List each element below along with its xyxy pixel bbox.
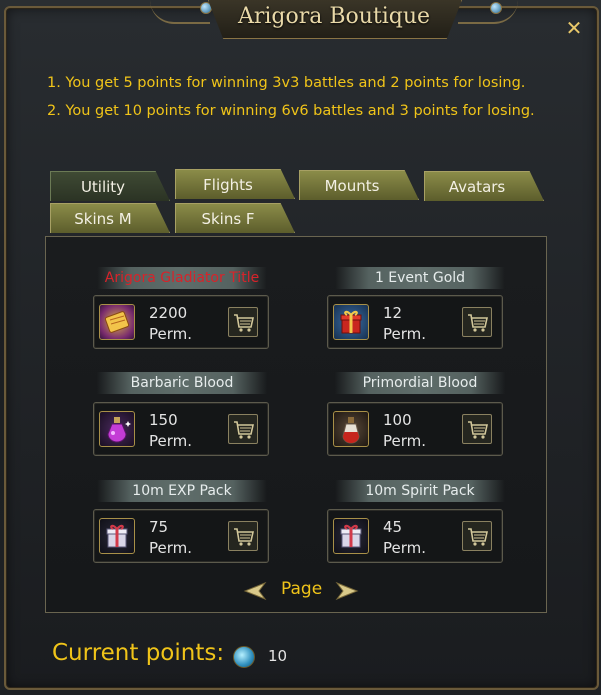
item-duration: Perm.	[383, 432, 427, 450]
shop-item-card: 12 Perm.	[327, 295, 503, 349]
gladiator-scroll-icon[interactable]	[99, 304, 135, 340]
tab-label: Avatars	[448, 178, 506, 196]
item-price: 12	[383, 304, 403, 322]
shop-item-card: 2200 Perm.	[93, 295, 269, 349]
close-x-icon: ✕	[565, 16, 583, 40]
close-button[interactable]: ✕	[563, 17, 585, 39]
exp-gift-pack-icon[interactable]	[99, 518, 135, 554]
tab-mounts[interactable]: Mounts	[299, 170, 419, 200]
cart-icon	[468, 421, 488, 439]
tab-utility[interactable]: Utility	[50, 171, 170, 201]
cart-icon	[234, 314, 254, 332]
next-page-button[interactable]	[335, 581, 361, 601]
item-duration: Perm.	[149, 325, 193, 343]
spirit-gift-pack-icon[interactable]	[333, 518, 369, 554]
prev-page-button[interactable]	[241, 581, 267, 601]
item-price: 2200	[149, 304, 188, 322]
tab-label: Mounts	[324, 177, 380, 195]
current-points-value: 10	[268, 647, 288, 665]
cart-icon	[234, 528, 254, 546]
item-price: 75	[149, 518, 169, 536]
cart-icon	[468, 314, 488, 332]
item-cost: 45 Perm.	[383, 517, 426, 559]
tab-label: Flights	[203, 176, 253, 194]
shop-item-card: 150 Perm.	[93, 402, 269, 456]
item-price: 100	[383, 411, 412, 429]
tab-flights[interactable]: Flights	[175, 169, 295, 199]
item-duration: Perm.	[149, 539, 193, 557]
current-points-label: Current points:	[52, 640, 225, 666]
buy-cart-button[interactable]	[228, 414, 258, 444]
item-title: Barbaric Blood	[97, 372, 267, 394]
item-duration: Perm.	[149, 432, 193, 450]
page-label: Page	[281, 579, 323, 599]
item-title: Arigora Gladiator Title	[97, 267, 267, 289]
item-cost: 100 Perm.	[383, 410, 426, 452]
window-title: Arigora Boutique	[237, 4, 431, 29]
item-cost: 150 Perm.	[149, 410, 192, 452]
buy-cart-button[interactable]	[228, 521, 258, 551]
shop-item-card: 100 Perm.	[327, 402, 503, 456]
buy-cart-button[interactable]	[228, 307, 258, 337]
item-price: 45	[383, 518, 403, 536]
item-title: 10m EXP Pack	[97, 480, 267, 502]
info-line-1: 1. You get 5 points for winning 3v3 batt…	[47, 75, 526, 91]
shop-item-card: 75 Perm.	[93, 509, 269, 563]
red-gift-box-icon[interactable]	[333, 304, 369, 340]
cart-icon	[468, 528, 488, 546]
tab-label: Skins M	[74, 210, 132, 228]
purple-potion-icon[interactable]	[99, 411, 135, 447]
item-duration: Perm.	[383, 325, 427, 343]
tab-avatars[interactable]: Avatars	[424, 171, 544, 201]
buy-cart-button[interactable]	[462, 521, 492, 551]
tab-skins-m[interactable]: Skins M	[50, 203, 170, 233]
shop-item-card: 45 Perm.	[327, 509, 503, 563]
buy-cart-button[interactable]	[462, 414, 492, 444]
tab-label: Skins F	[201, 210, 255, 228]
ornament-gem-icon	[490, 2, 502, 14]
blue-coin-icon	[233, 646, 255, 668]
red-potion-icon[interactable]	[333, 411, 369, 447]
cart-icon	[234, 421, 254, 439]
item-cost: 2200 Perm.	[149, 303, 192, 345]
item-title: Primordial Blood	[335, 372, 505, 394]
tab-skins-f[interactable]: Skins F	[175, 203, 295, 233]
tab-label: Utility	[80, 178, 126, 196]
item-duration: Perm.	[383, 539, 427, 557]
item-title: 1 Event Gold	[335, 267, 505, 289]
item-cost: 75 Perm.	[149, 517, 192, 559]
item-price: 150	[149, 411, 178, 429]
item-cost: 12 Perm.	[383, 303, 426, 345]
item-title: 10m Spirit Pack	[335, 480, 505, 502]
buy-cart-button[interactable]	[462, 307, 492, 337]
info-line-2: 2. You get 10 points for winning 6v6 bat…	[47, 103, 535, 119]
